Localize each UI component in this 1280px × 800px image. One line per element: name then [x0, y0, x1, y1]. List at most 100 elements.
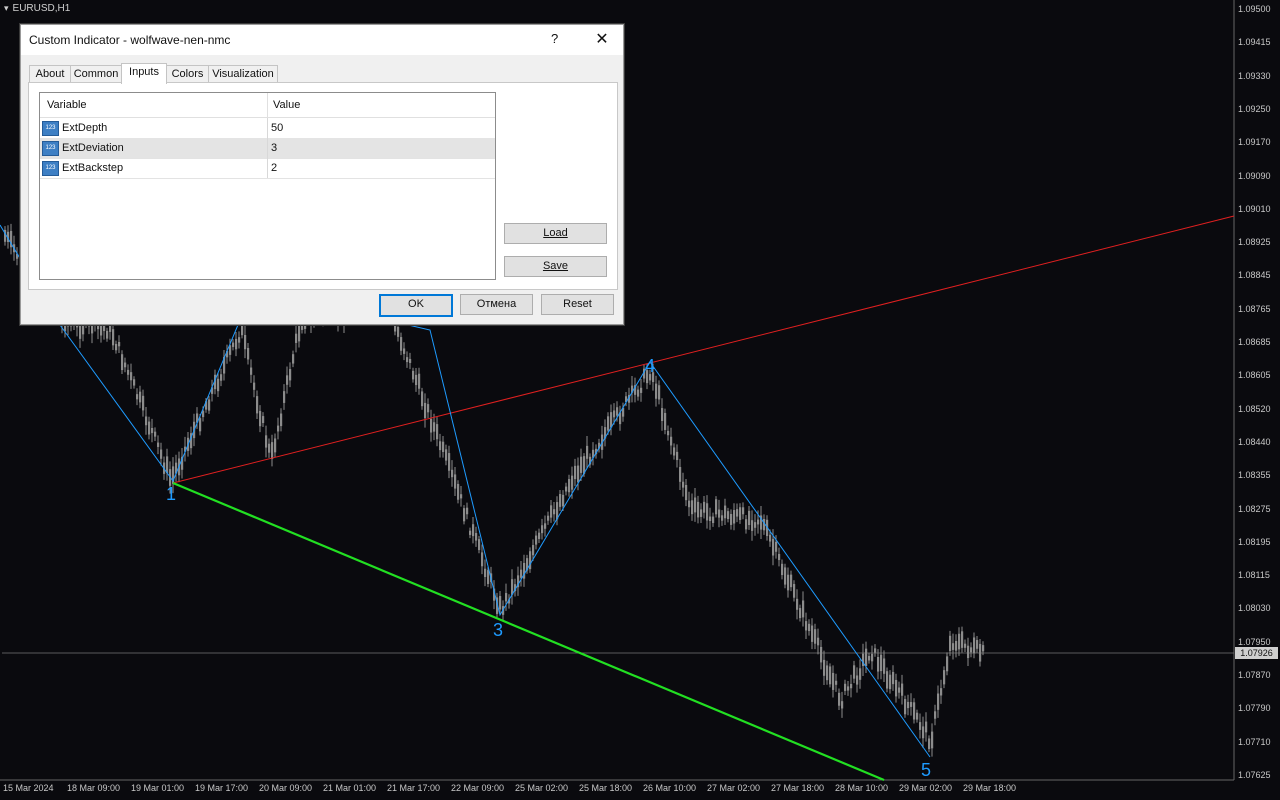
close-button[interactable]: ✕: [592, 29, 612, 49]
reset-button[interactable]: Reset: [541, 294, 614, 315]
tab-about[interactable]: About: [29, 65, 71, 83]
candle-body: [283, 391, 286, 403]
candle-body: [769, 534, 772, 542]
tab-inputs[interactable]: Inputs: [121, 63, 167, 84]
tab-visualization[interactable]: Visualization: [208, 65, 278, 83]
candle-body: [103, 325, 106, 332]
candle-body: [478, 539, 481, 551]
candle-body: [664, 412, 667, 430]
candle-body: [709, 516, 712, 521]
candle-body: [607, 416, 610, 431]
candle-body: [913, 702, 916, 720]
candle-body: [610, 412, 613, 428]
inputs-grid[interactable]: Variable Value 123 ExtDepth 50 123 ExtDe…: [39, 92, 496, 280]
time-tick-label: 26 Mar 10:00: [643, 783, 697, 793]
candle-body: [727, 511, 730, 520]
custom-indicator-dialog: Custom Indicator - wolfwave-nen-nmc ? ✕ …: [20, 24, 624, 325]
candle-body: [889, 674, 892, 690]
candle-body: [757, 519, 760, 525]
candle-body: [808, 623, 811, 632]
candle-body: [739, 507, 742, 520]
candle-body: [433, 422, 436, 432]
candle-body: [772, 538, 775, 556]
tab-colors[interactable]: Colors: [166, 65, 209, 83]
candle-body: [424, 402, 427, 419]
candle-body: [217, 378, 220, 392]
candle-body: [577, 465, 580, 483]
candle-body: [679, 467, 682, 482]
row-value[interactable]: 2: [271, 162, 277, 174]
candle-body: [154, 431, 157, 437]
candle-body: [676, 451, 679, 461]
candle-body: [976, 640, 979, 649]
candle-body: [691, 500, 694, 515]
candle-body: [817, 637, 820, 646]
price-tick-label: 1.09500: [1238, 4, 1271, 14]
candle-body: [895, 679, 898, 697]
candle-body: [565, 486, 568, 492]
price-tick-label: 1.08925: [1238, 237, 1271, 248]
candle-body: [271, 442, 274, 460]
candle-body: [892, 671, 895, 685]
candle-body: [835, 680, 838, 685]
symbol-label: EURUSD,H1: [4, 3, 71, 14]
candle-body: [856, 675, 859, 685]
candle-body: [952, 643, 955, 650]
candle-body: [946, 656, 949, 672]
candle-body: [616, 407, 619, 416]
row-value[interactable]: 3: [271, 142, 277, 154]
time-scale[interactable]: 15 Mar 2024 18 Mar 09:00 19 Mar 01:00 19 Ma…: [0, 780, 1234, 800]
candle-body: [916, 712, 919, 720]
grid-row-extbackstep[interactable]: 123 ExtBackstep 2: [40, 158, 495, 179]
time-tick-label: 28 Mar 10:00: [835, 783, 889, 793]
ok-button[interactable]: OK: [379, 294, 453, 317]
grid-row-extdepth[interactable]: 123 ExtDepth 50: [40, 118, 495, 139]
help-button[interactable]: ?: [551, 31, 558, 46]
candle-body: [787, 574, 790, 591]
candle-body: [532, 545, 535, 556]
time-tick-label: 25 Mar 02:00: [515, 783, 569, 793]
time-tick-label: 20 Mar 09:00: [259, 783, 313, 793]
price-tick-label: 1.08115: [1238, 570, 1270, 581]
grid-row-extdeviation[interactable]: 123 ExtDeviation 3: [40, 138, 495, 159]
column-separator[interactable]: [267, 93, 268, 117]
candle-body: [970, 647, 973, 653]
candle-body: [253, 382, 256, 390]
candle-body: [559, 494, 562, 507]
candle-body: [256, 396, 259, 414]
candle-body: [613, 410, 616, 418]
candle-body: [127, 369, 130, 375]
row-value[interactable]: 50: [271, 122, 283, 134]
cancel-button[interactable]: Отмена: [460, 294, 533, 315]
candle-body: [778, 553, 781, 561]
candle-body: [469, 530, 472, 535]
candle-body: [898, 687, 901, 693]
save-button[interactable]: Save: [504, 256, 607, 277]
candle-body: [751, 520, 754, 531]
candle-body: [799, 608, 802, 619]
candle-body: [586, 445, 589, 459]
candle-body: [736, 509, 739, 517]
candle-body: [550, 505, 553, 518]
tab-common[interactable]: Common: [70, 65, 122, 83]
price-tick-label: 1.08685: [1238, 337, 1271, 347]
candle-body: [157, 442, 160, 447]
column-variable[interactable]: Variable: [47, 99, 87, 111]
candle-body: [871, 653, 874, 662]
load-button[interactable]: Load: [504, 223, 607, 244]
time-tick-label: 27 Mar 18:00: [771, 783, 825, 793]
column-value[interactable]: Value: [273, 99, 300, 111]
candle-body: [814, 629, 817, 644]
dialog-titlebar[interactable]: Custom Indicator - wolfwave-nen-nmc ? ✕: [21, 25, 623, 55]
candle-body: [544, 523, 547, 529]
price-tick-label: 1.08605: [1238, 370, 1271, 381]
candle-body: [277, 425, 280, 432]
price-scale[interactable]: 1.09500 1.09415 1.09330 1.09250 1.09170 1.090…: [1234, 0, 1280, 780]
candle-body: [793, 584, 796, 598]
candle-body: [247, 347, 250, 360]
candle-body: [142, 395, 145, 411]
candle-body: [133, 379, 136, 386]
candle-body: [121, 354, 124, 371]
time-tick-label: 29 Mar 02:00: [899, 783, 953, 793]
candle-body: [250, 367, 253, 375]
